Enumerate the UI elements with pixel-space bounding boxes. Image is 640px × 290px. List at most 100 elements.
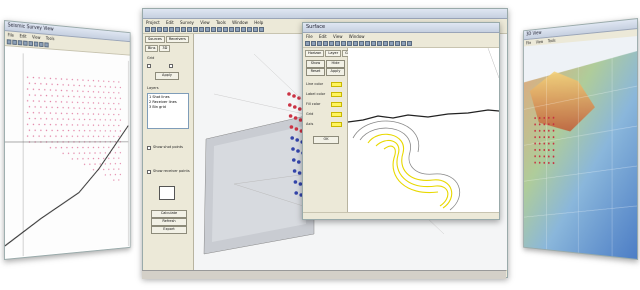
option-checkbox[interactable]	[169, 64, 173, 68]
main-menu-item[interactable]: Window	[232, 20, 248, 25]
tool-icon[interactable]	[151, 27, 156, 32]
tab-bins[interactable]: Bins	[145, 45, 158, 52]
tool-icon[interactable]	[217, 27, 222, 32]
line-color-swatch[interactable]	[331, 82, 342, 87]
left-menu-item[interactable]: Tools	[46, 36, 54, 42]
tool-icon[interactable]	[34, 41, 38, 46]
tool-icon[interactable]	[347, 41, 352, 46]
tool-icon[interactable]	[205, 27, 210, 32]
tool-icon[interactable]	[259, 27, 264, 32]
show-receivers-checkbox[interactable]	[147, 170, 151, 174]
tool-icon[interactable]	[335, 41, 340, 46]
tool-icon[interactable]	[365, 41, 370, 46]
option-checkbox[interactable]	[147, 64, 151, 68]
surface-menu-item[interactable]: Window	[349, 34, 365, 39]
tool-icon[interactable]	[187, 27, 192, 32]
tool-icon[interactable]	[235, 27, 240, 32]
show-shots-checkbox[interactable]	[147, 146, 151, 150]
main-menu-item[interactable]: View	[200, 20, 210, 25]
tool-icon[interactable]	[193, 27, 198, 32]
terrain-3d-view[interactable]	[524, 36, 637, 260]
tool-icon[interactable]	[341, 41, 346, 46]
contour-view[interactable]	[348, 48, 499, 211]
refresh-button[interactable]: Refresh	[151, 218, 187, 226]
tool-icon[interactable]	[175, 27, 180, 32]
tool-icon[interactable]	[371, 41, 376, 46]
left-menu-item[interactable]: View	[32, 34, 40, 40]
tool-icon[interactable]	[253, 27, 258, 32]
control-panel: Sources Receivers Bins 3D Grid Apply Lay…	[143, 34, 194, 271]
tool-icon[interactable]	[7, 39, 12, 44]
tab-receivers[interactable]: Receivers	[166, 36, 189, 43]
tool-icon[interactable]	[39, 42, 43, 47]
tool-icon[interactable]	[389, 41, 394, 46]
label-color-swatch[interactable]	[331, 92, 342, 97]
surface-menu-item[interactable]: Edit	[319, 34, 327, 39]
tool-icon[interactable]	[12, 40, 17, 45]
main-menu-item[interactable]: Survey	[180, 20, 194, 25]
calculate-button[interactable]: Calculate	[151, 210, 187, 218]
tab-layer[interactable]: Layer	[325, 50, 341, 57]
tool-icon[interactable]	[305, 41, 310, 46]
tool-icon[interactable]	[223, 27, 228, 32]
tool-icon[interactable]	[311, 41, 316, 46]
tab-horizon[interactable]: Horizon	[305, 50, 324, 57]
right-menu-item[interactable]: Tools	[548, 38, 556, 43]
tool-icon[interactable]	[157, 27, 162, 32]
tool-icon[interactable]	[18, 40, 23, 45]
tool-icon[interactable]	[199, 27, 204, 32]
left-menu-item[interactable]: Edit	[20, 33, 27, 39]
tab-sources[interactable]: Sources	[145, 36, 165, 43]
tool-icon[interactable]	[359, 41, 364, 46]
tool-icon[interactable]	[44, 42, 48, 47]
grid-color-swatch[interactable]	[331, 112, 342, 117]
main-menu-item[interactable]: Project	[146, 20, 160, 25]
list-item[interactable]: 3 Bin grid	[149, 105, 187, 110]
tool-icon[interactable]	[241, 27, 246, 32]
tool-icon[interactable]	[317, 41, 322, 46]
apply-button[interactable]: Apply	[326, 68, 345, 76]
tool-icon[interactable]	[163, 27, 168, 32]
surface-menu-item[interactable]: File	[306, 34, 313, 39]
tool-icon[interactable]	[353, 41, 358, 46]
tool-icon[interactable]	[247, 27, 252, 32]
apply-button[interactable]: Apply	[155, 72, 179, 80]
main-window-titlebar[interactable]	[143, 9, 507, 19]
tool-icon[interactable]	[377, 41, 382, 46]
tab-3d[interactable]: 3D	[159, 45, 170, 52]
point-marker	[288, 103, 292, 107]
tool-icon[interactable]	[395, 41, 400, 46]
tool-icon[interactable]	[401, 41, 406, 46]
tool-icon[interactable]	[181, 27, 186, 32]
tool-icon[interactable]	[29, 41, 33, 46]
tool-icon[interactable]	[23, 41, 27, 46]
export-button[interactable]: Export	[151, 226, 187, 234]
show-button[interactable]: Show	[306, 60, 325, 68]
right-menu-item[interactable]: View	[536, 39, 543, 44]
ok-button[interactable]: OK	[313, 136, 339, 144]
tool-icon[interactable]	[169, 27, 174, 32]
surface-menu-item[interactable]: View	[333, 34, 343, 39]
hide-button[interactable]: Hide	[326, 60, 345, 68]
tool-icon[interactable]	[383, 41, 388, 46]
tool-icon[interactable]	[229, 27, 234, 32]
point-marker	[293, 105, 297, 109]
left-menu-item[interactable]: File	[8, 32, 14, 37]
tool-icon[interactable]	[407, 41, 412, 46]
point-marker	[61, 147, 62, 149]
fill-color-swatch[interactable]	[331, 102, 342, 107]
main-menu-item[interactable]: Edit	[166, 20, 174, 25]
point-marker	[27, 135, 28, 137]
tool-icon[interactable]	[329, 41, 334, 46]
tool-icon[interactable]	[211, 27, 216, 32]
main-menu-item[interactable]: Help	[254, 20, 263, 25]
tool-icon[interactable]	[145, 27, 150, 32]
layers-list[interactable]: 1 Shot lines 2 Receiver lines 3 Bin grid	[147, 93, 189, 129]
tool-icon[interactable]	[323, 41, 328, 46]
main-menu-item[interactable]: Tools	[216, 20, 226, 25]
surface-window-titlebar[interactable]: Surface	[303, 23, 499, 33]
survey-line-plot[interactable]	[5, 46, 130, 258]
reset-button[interactable]: Reset	[306, 68, 325, 76]
axis-color-swatch[interactable]	[331, 122, 342, 127]
right-menu-item[interactable]: File	[526, 40, 531, 45]
